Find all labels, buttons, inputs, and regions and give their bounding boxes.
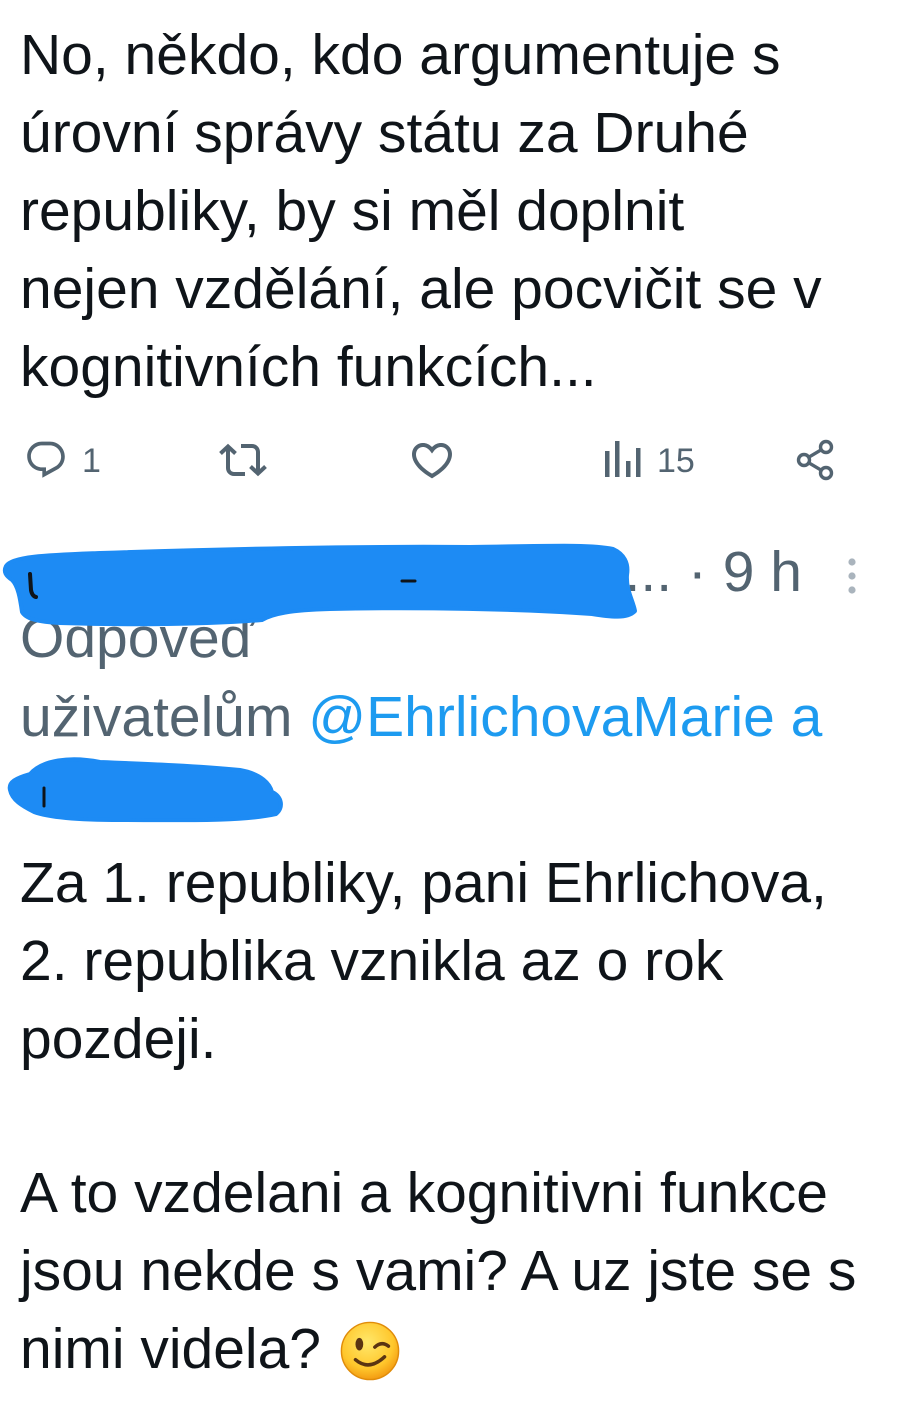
tweet-text-line: nejen vzdělání, ale pocvičit se v	[20, 257, 822, 321]
redaction-remnant	[28, 572, 38, 599]
reply-text-line: pozdeji.	[20, 1007, 217, 1071]
share-icon	[796, 439, 834, 481]
reply-icon	[27, 441, 65, 478]
reply-text-line: 2. republika vznikla az o rok	[20, 929, 724, 993]
reply-text-last-line: nimi videla?	[20, 1310, 856, 1388]
reply-text-paragraph: A to vzdelani a kognitivni funkce jsou n…	[20, 1154, 856, 1388]
reply-count: 1	[82, 442, 101, 480]
views-icon	[605, 441, 641, 477]
share-button[interactable]	[794, 438, 838, 482]
retweet-button[interactable]	[219, 436, 267, 484]
tweet-text-line: No, někdo, kdo argumentuje s	[20, 23, 781, 87]
tweet-text: No, někdo, kdo argumentuje s úrovní sprá…	[20, 16, 822, 406]
more-options-button[interactable]	[842, 555, 862, 595]
replying-to-prefix: uživatelům	[20, 685, 293, 749]
winking-face-emoji	[339, 1320, 401, 1382]
tweet-text-line: republiky, by si měl doplnit	[20, 179, 685, 243]
more-vertical-icon	[848, 558, 856, 594]
reply-text-line: jsou nekde s vami? A uz jste se s	[20, 1239, 857, 1303]
tweet-text-line: kognitivních funkcích...	[20, 335, 597, 399]
mention-link[interactable]: @EhrlichovaMarie	[308, 685, 775, 749]
redaction-scribble-handle	[7, 757, 283, 823]
views-button[interactable]: 15	[603, 439, 703, 480]
heart-icon	[411, 443, 453, 479]
reply-timestamp[interactable]: 9 h	[723, 540, 802, 604]
author-handle[interactable]: a...	[593, 540, 672, 604]
reply-text-line: Za 1. republiky, pani Ehrlichova,	[20, 851, 827, 915]
replying-to-label: Odpověď	[20, 606, 255, 670]
reply-text-line: nimi videla?	[20, 1317, 321, 1381]
tweet-text-line: úrovní správy státu za Druhé	[20, 101, 749, 165]
like-button[interactable]	[408, 436, 456, 484]
header-separator: ·	[687, 540, 707, 604]
reply-button[interactable]: 1	[24, 438, 104, 482]
views-count: 15	[657, 442, 695, 480]
reply-text-line: A to vzdelani a kognitivni funkce	[20, 1161, 828, 1225]
replying-to: Odpověď uživatelům @EhrlichovaMarie a	[20, 599, 822, 757]
replying-to-conjunction: a	[790, 685, 823, 749]
reply-text-paragraph: Za 1. republiky, pani Ehrlichova, 2. rep…	[20, 844, 827, 1078]
retweet-icon	[219, 443, 267, 477]
